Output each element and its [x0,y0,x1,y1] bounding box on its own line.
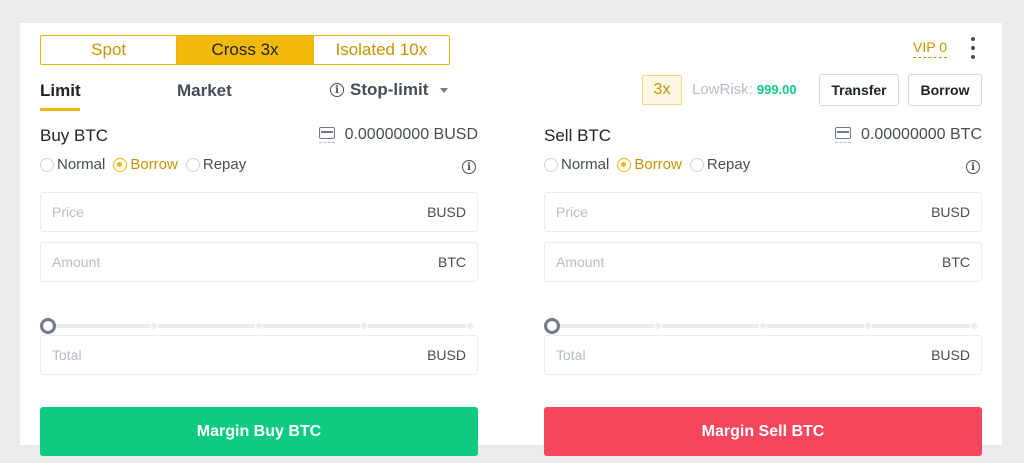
wallet-icon[interactable] [318,127,335,139]
buy-amount-input[interactable]: Amount BTC [40,242,478,282]
buy-radio-borrow[interactable]: Borrow [113,156,178,173]
info-icon[interactable]: i [330,83,344,97]
sell-amount-input[interactable]: Amount BTC [544,242,982,282]
sell-radio-normal[interactable]: Normal [544,156,609,173]
buy-radio-repay[interactable]: Repay [185,156,246,173]
sell-balance-value: 0.00000000 BTC [861,126,982,143]
tab-isolated[interactable]: Isolated 10x [312,36,449,64]
margin-buy-button[interactable]: Margin Buy BTC [40,407,478,456]
buy-title: Buy BTC [40,126,109,145]
margin-mode-tabs: Spot Cross 3x Isolated 10x [40,35,450,65]
slider-handle[interactable] [544,318,560,334]
active-tab-indicator [40,108,80,111]
borrow-button[interactable]: Borrow [908,74,982,106]
risk-value: 999.00 [756,82,797,97]
vip-level-link[interactable]: VIP 0 [913,39,947,58]
sell-radio-repay[interactable]: Repay [689,156,750,173]
margin-sell-button[interactable]: Margin Sell BTC [544,407,982,456]
sell-price-input[interactable]: Price BUSD [544,192,982,232]
tab-spot[interactable]: Spot [41,36,177,64]
tab-market[interactable]: Market [177,81,232,101]
buy-amount-slider[interactable] [40,318,478,334]
tab-limit[interactable]: Limit [40,81,81,101]
sell-total-input[interactable]: Total BUSD [544,335,982,375]
transfer-button[interactable]: Transfer [819,74,899,106]
chevron-down-icon [440,87,449,93]
sell-balance: 0.00000000 BTC [835,126,982,144]
info-icon[interactable]: i [966,160,980,174]
wallet-icon-wrap[interactable] [835,127,852,143]
buy-price-input[interactable]: Price BUSD [40,192,478,232]
buy-balance: 0.00000000 BUSD [318,126,478,144]
stop-limit-label: Stop-limit [350,80,429,99]
buy-total-input[interactable]: Total BUSD [40,335,478,375]
sell-amount-slider[interactable] [544,318,982,334]
slider-handle[interactable] [40,318,56,334]
leverage-badge[interactable]: 3x [642,75,682,105]
more-vertical-icon[interactable] [968,37,978,59]
sell-title: Sell BTC [544,126,612,145]
tab-cross[interactable]: Cross 3x [176,36,313,64]
wallet-icon-wrap[interactable] [318,127,335,143]
sell-margin-mode-radios: Normal Borrow Repay [544,156,750,173]
buy-radio-normal[interactable]: Normal [40,156,105,173]
risk-indicator: LowRisk: 999.00 [692,81,797,98]
wallet-icon[interactable] [835,127,852,139]
buy-balance-value: 0.00000000 BUSD [344,126,478,143]
sell-radio-borrow[interactable]: Borrow [617,156,682,173]
margin-order-panel: Spot Cross 3x Isolated 10x VIP 0 Limit M… [20,23,1002,456]
buy-margin-mode-radios: Normal Borrow Repay [40,156,246,173]
risk-label: LowRisk: [692,81,753,98]
info-icon[interactable]: i [462,160,476,174]
tab-stop-limit[interactable]: i Stop-limit [330,80,449,100]
